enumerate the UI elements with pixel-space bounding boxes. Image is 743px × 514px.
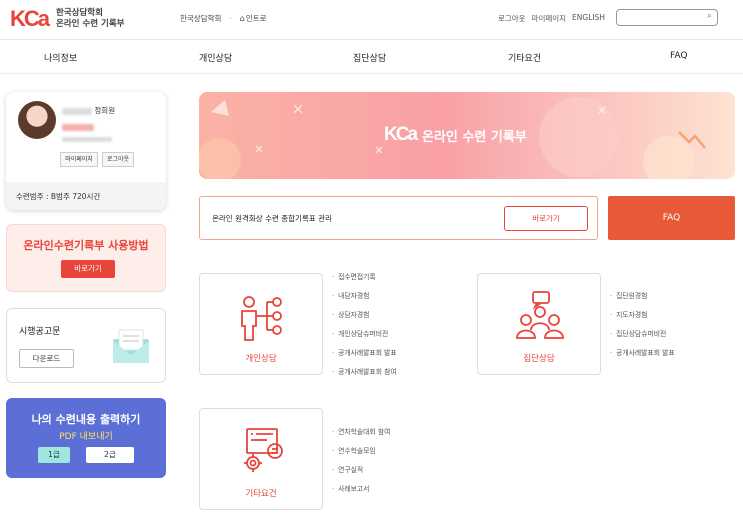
logout-link[interactable]: 로그아웃 xyxy=(498,13,526,24)
main-nav: 나의정보 개인상담 집단상담 기타요건 FAQ xyxy=(0,41,743,74)
print-card: 나의 수련내용 출력하기 PDF 내보내기 1급 2급 xyxy=(6,398,166,478)
nav-item-group[interactable]: 집단상담 xyxy=(353,51,386,64)
individual-counseling-card[interactable]: 개인상담 xyxy=(199,273,323,375)
grade1-button[interactable]: 1급 xyxy=(38,447,70,463)
member-type: 정회원 xyxy=(94,106,116,115)
remote-record-box: 온라인 원격화상 수련 종합기록표 관리 바로가기 xyxy=(199,196,598,240)
other-requirements-label: 기타요건 xyxy=(245,489,277,499)
list-item[interactable]: 연구실적 xyxy=(332,464,390,483)
faq-button[interactable]: FAQ xyxy=(608,196,735,240)
redacted-info xyxy=(62,124,94,131)
nav-item-faq[interactable]: FAQ xyxy=(670,51,687,61)
remote-record-button[interactable]: 바로가기 xyxy=(504,206,588,231)
individual-counseling-label: 개인상담 xyxy=(245,354,277,364)
list-item[interactable]: 공개사례발표회 발표 xyxy=(610,347,674,366)
list-item[interactable]: 지도자경험 xyxy=(610,309,675,328)
list-item[interactable]: 공개사례발표회 발표 xyxy=(332,347,396,366)
home-icon: ⌂ xyxy=(239,14,245,23)
intro-link-label: 인트로 xyxy=(245,14,267,23)
profile-name-row: 정회원 xyxy=(62,105,115,116)
nav-item-myinfo[interactable]: 나의정보 xyxy=(44,51,77,64)
mail-icon xyxy=(113,329,149,363)
search-input[interactable]: ⌕ xyxy=(616,9,718,26)
pdf-export-label: PDF 내보내기 xyxy=(59,432,113,442)
remote-record-text: 온라인 원격화상 수련 종합기록표 관리 xyxy=(212,214,332,223)
logout-button[interactable]: 로그아웃 xyxy=(102,152,134,167)
site-logo[interactable]: KCa 한국상담학회 온라인 수련 기록부 xyxy=(10,6,125,32)
nav-item-other[interactable]: 기타요건 xyxy=(508,51,541,64)
group-counseling-list: 집단원경험 지도자경험 집단상담슈퍼비전 공개사례발표회 발표 xyxy=(610,290,675,366)
list-item[interactable]: 공개사례발표회 참여 xyxy=(332,366,396,385)
individual-counseling-list: 접수면접기록 내담자경험 상담자경험 개인상담슈퍼비전 공개사례발표회 발표 공… xyxy=(332,271,397,385)
list-item[interactable]: 상담자경험 xyxy=(332,309,397,328)
top-links: 한국상담학회 · ⌂인트로 xyxy=(180,13,267,24)
download-button[interactable]: 다운로드 xyxy=(19,349,74,368)
avatar xyxy=(18,101,56,139)
banner-logo: KCa xyxy=(384,124,418,145)
guide-title: 온라인수련기록부 사용방법 xyxy=(23,239,149,252)
redacted-email xyxy=(62,137,112,142)
search-icon[interactable]: ⌕ xyxy=(707,11,712,21)
banner-text: 온라인 수련 기록부 xyxy=(422,129,527,145)
list-item[interactable]: 접수면접기록 xyxy=(332,271,397,290)
notice-title: 시행공고문 xyxy=(19,327,61,337)
logo-line1: 한국상담학회 xyxy=(56,8,103,18)
redacted-name xyxy=(62,107,92,115)
print-title: 나의 수련내용 출력하기 xyxy=(31,413,141,426)
group-counseling-label: 집단상담 xyxy=(523,354,555,364)
utility-links: 로그아웃 마이페이지 ENGLISH xyxy=(498,13,605,24)
site-header: KCa 한국상담학회 온라인 수련 기록부 한국상담학회 · ⌂인트로 로그아웃… xyxy=(0,0,743,40)
other-requirements-list: 연차학술대회 참여 연수학술모임 연구실적 사례보고서 xyxy=(332,426,390,502)
main-banner: KCa 온라인 수련 기록부 xyxy=(199,92,735,179)
mypage-link[interactable]: 마이페이지 xyxy=(532,13,567,24)
document-gear-icon xyxy=(244,428,283,472)
logo-text: 한국상담학회 온라인 수련 기록부 xyxy=(56,8,124,30)
list-item[interactable]: 연수학술모임 xyxy=(332,445,390,464)
list-item[interactable]: 연차학술대회 참여 xyxy=(332,426,390,445)
list-item[interactable]: 개인상담슈퍼비전 xyxy=(332,328,397,347)
group-counseling-card[interactable]: 집단상담 xyxy=(477,273,601,375)
intro-link[interactable]: ⌂인트로 xyxy=(240,13,267,24)
training-category: 수련범주 : B범주 720시간 xyxy=(6,182,166,210)
list-item[interactable]: 집단상담슈퍼비전 xyxy=(610,328,675,347)
list-item[interactable]: 내담자경험 xyxy=(332,290,397,309)
group-people-icon xyxy=(516,291,564,339)
other-requirements-card[interactable]: 기타요건 xyxy=(199,408,323,510)
site-link[interactable]: 한국상담학회 xyxy=(180,13,221,24)
english-link[interactable]: ENGLISH xyxy=(572,13,605,24)
logo-mark: KCa xyxy=(10,6,50,31)
banner-title: KCa 온라인 수련 기록부 xyxy=(384,124,527,146)
list-item[interactable]: 사례보고서 xyxy=(332,483,390,502)
profile-card: 정회원 마이페이지 로그아웃 수련범주 : B범주 720시간 xyxy=(6,92,166,210)
separator: · xyxy=(229,14,232,23)
list-item[interactable]: 집단원경험 xyxy=(610,290,675,309)
logo-line2: 온라인 수련 기록부 xyxy=(56,19,125,29)
person-network-icon xyxy=(241,296,282,341)
guide-button[interactable]: 바로가기 xyxy=(61,260,115,278)
guide-card: 온라인수련기록부 사용방법 바로가기 xyxy=(6,224,166,292)
grade2-button[interactable]: 2급 xyxy=(86,447,134,463)
nav-item-individual[interactable]: 개인상담 xyxy=(199,51,232,64)
notice-card: 시행공고문 다운로드 xyxy=(6,308,166,383)
mypage-button[interactable]: 마이페이지 xyxy=(60,152,98,167)
